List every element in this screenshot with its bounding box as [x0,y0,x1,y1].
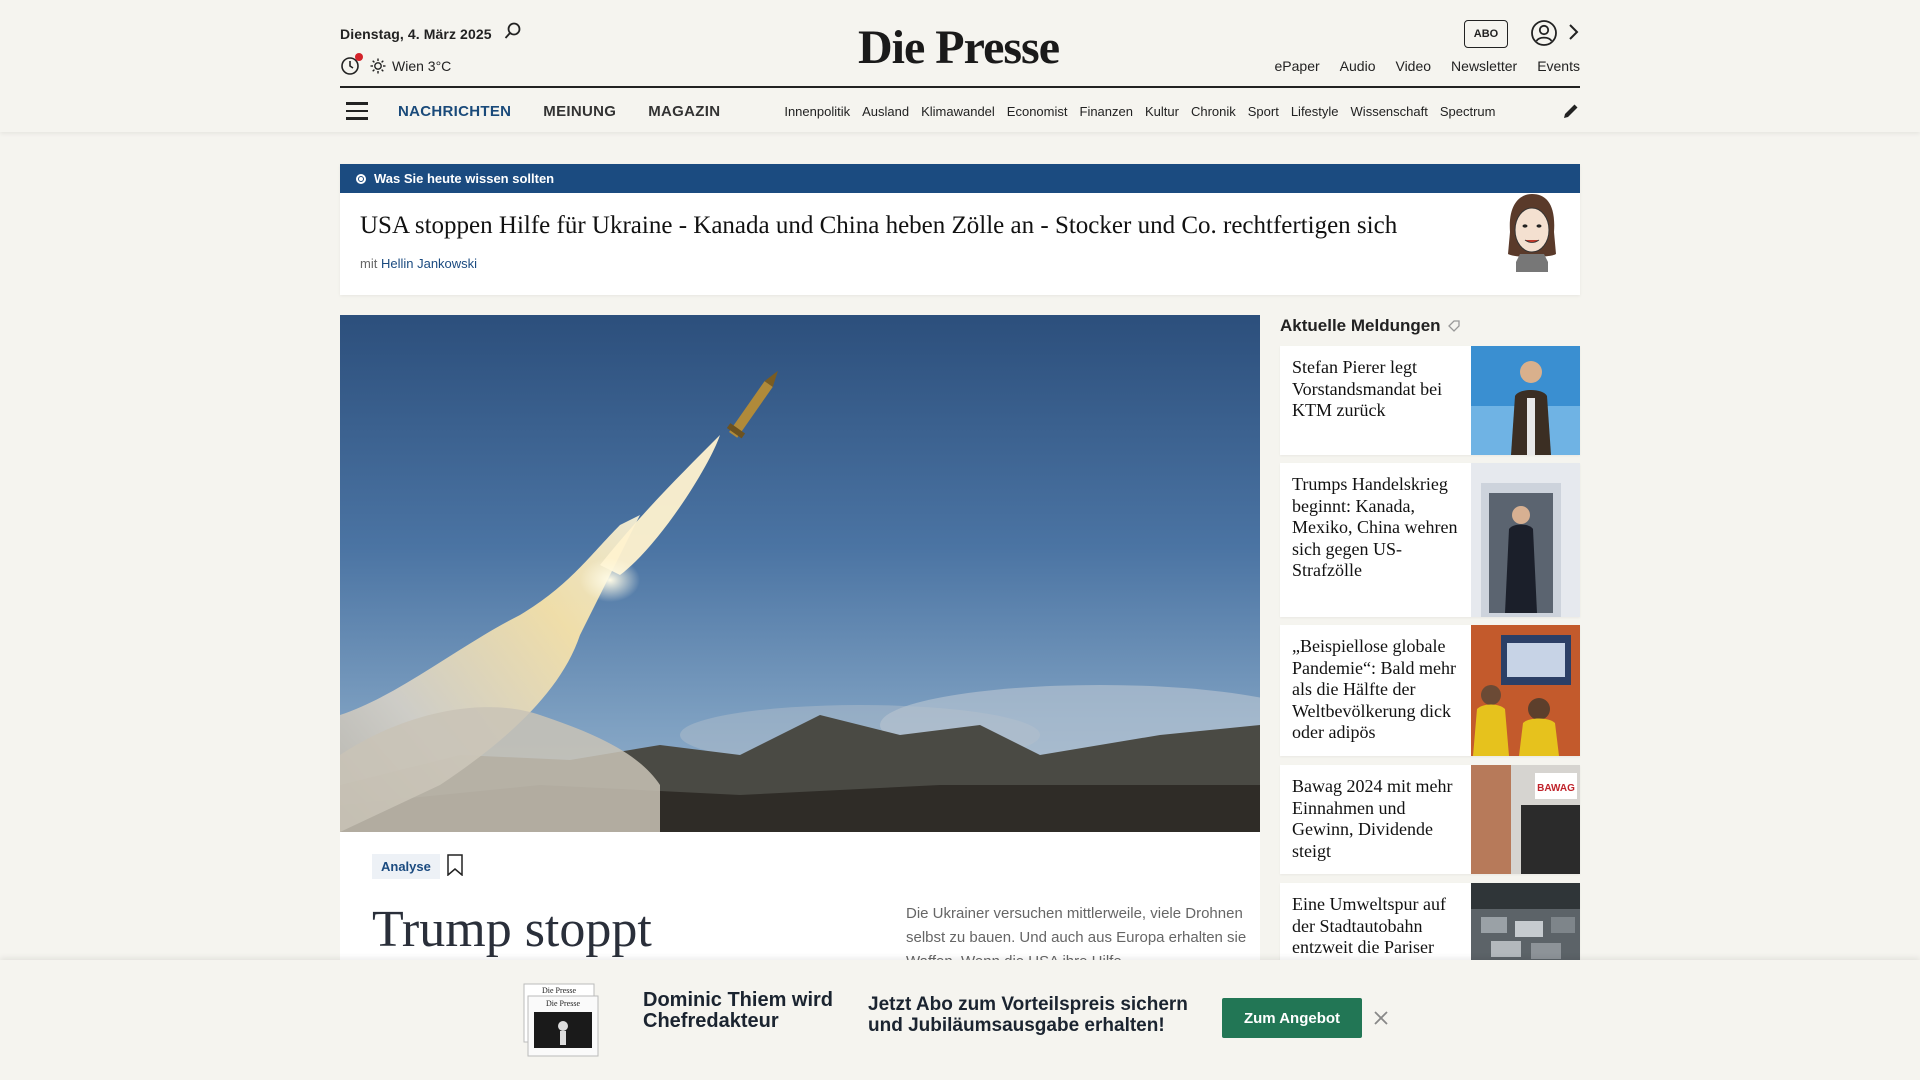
abo-button[interactable]: ABO [1464,20,1508,48]
news-card-2[interactable]: Trumps Handelskrieg beginnt: Kanada, Mex… [1280,463,1580,617]
section-sport[interactable]: Sport [1248,104,1279,119]
banner-label-bar: Was Sie heute wissen sollten [340,164,1580,193]
sun-icon [370,58,386,74]
tab-magazin[interactable]: MAGAZIN [648,103,720,120]
news-card-image[interactable] [1471,463,1580,617]
link-newsletter[interactable]: Newsletter [1451,58,1517,74]
promo-offer-text: Jetzt Abo zum Vorteilspreis sichern und … [868,994,1188,1036]
subscription-promo-bar: Die Presse Die Presse Dominic Thiem wird… [0,960,1920,1080]
banner-headline[interactable]: USA stoppen Hilfe für Ukraine - Kanada u… [360,212,1397,240]
news-card-title[interactable]: Trumps Handelskrieg beginnt: Kanada, Mex… [1280,463,1471,617]
svg-text:BAWAG: BAWAG [1537,783,1575,794]
bookmark-icon[interactable] [446,854,464,876]
main-navigation: NACHRICHTEN MEINUNG MAGAZIN Innenpolitik… [340,94,1580,128]
site-header: Dienstag, 4. März 2025 Wien 3°C Die Pres… [0,0,1920,132]
sidebar-heading: Aktuelle Meldungen [1280,316,1441,335]
news-card-title[interactable]: Eine Umweltspur auf der Stadtautobahn en… [1280,883,1471,960]
news-card-title[interactable]: Bawag 2024 mit mehr Einnahmen und Gewinn… [1280,765,1471,874]
live-dot-icon [356,173,366,184]
main-nav-tabs: NACHRICHTEN MEINUNG MAGAZIN [398,103,752,120]
current-date: Dienstag, 4. März 2025 [340,26,492,42]
section-ausland[interactable]: Ausland [862,104,909,119]
news-card-4[interactable]: Bawag 2024 mit mehr Einnahmen und Gewinn… [1280,765,1580,874]
section-kultur[interactable]: Kultur [1145,104,1179,119]
tab-nachrichten[interactable]: NACHRICHTEN [398,103,511,120]
search-icon[interactable] [504,22,522,40]
top-links: ePaper Audio Video Newsletter Events [1255,58,1580,74]
banner-author[interactable]: Hellin Jankowski [381,256,477,271]
link-audio[interactable]: Audio [1340,58,1376,74]
link-epaper[interactable]: ePaper [1275,58,1320,74]
author-portrait [1508,194,1556,272]
paper-logo-2: Die Presse [546,999,580,1008]
news-card-image[interactable] [1471,883,1580,960]
news-card-title[interactable]: Stefan Pierer legt Vorstandsmandat bei K… [1280,346,1471,455]
newspaper-stack-image: Die Presse Die Presse [523,983,599,1057]
live-tag-icon [1447,320,1460,332]
aktuelle-meldungen-title: Aktuelle Meldungen [1280,316,1461,336]
section-innenpolitik[interactable]: Innenpolitik [784,104,850,119]
article-headline[interactable]: Trump stoppt [372,900,652,959]
link-events[interactable]: Events [1537,58,1580,74]
tab-meinung[interactable]: MEINUNG [543,103,616,120]
menu-icon[interactable] [346,102,368,120]
byline-prefix: mit [360,256,378,271]
weather-widget[interactable]: Wien 3°C [340,53,452,76]
weather-text: Wien 3°C [392,58,452,74]
notification-dot [355,53,363,61]
zum-angebot-button[interactable]: Zum Angebot [1222,998,1362,1038]
user-account-icon[interactable] [1530,19,1558,47]
header-inner: Dienstag, 4. März 2025 Wien 3°C Die Pres… [340,0,1580,132]
chevron-right-icon[interactable] [1566,22,1580,42]
hero-image[interactable] [340,315,1260,832]
history-clock-icon[interactable] [340,53,363,76]
pencil-edit-icon[interactable] [1562,102,1580,120]
section-lifestyle[interactable]: Lifestyle [1291,104,1339,119]
link-video[interactable]: Video [1395,58,1431,74]
banner-byline: mit Hellin Jankowski [360,256,477,271]
news-card-3[interactable]: „Beispiellose globale Pandemie“: Bald me… [1280,625,1580,756]
section-chronik[interactable]: Chronik [1191,104,1236,119]
news-card-5[interactable]: Eine Umweltspur auf der Stadtautobahn en… [1280,883,1580,960]
section-economist[interactable]: Economist [1007,104,1068,119]
section-klimawandel[interactable]: Klimawandel [921,104,995,119]
news-card-image[interactable] [1471,346,1580,455]
analyse-tag[interactable]: Analyse [372,854,440,879]
section-nav-fade [1504,103,1545,119]
news-card-image[interactable] [1471,625,1580,756]
section-spectrum[interactable]: Spectrum [1440,104,1496,119]
close-icon[interactable] [1373,1010,1389,1026]
section-wissenschaft[interactable]: Wissenschaft [1351,104,1428,119]
news-card-1[interactable]: Stefan Pierer legt Vorstandsmandat bei K… [1280,346,1580,455]
promo-headline: Dominic Thiem wird Chefredakteur [643,989,834,1032]
header-divider [340,86,1580,88]
daily-briefing-banner[interactable]: Was Sie heute wissen sollten USA stoppen… [340,164,1580,295]
banner-label: Was Sie heute wissen sollten [374,171,555,186]
news-card-title[interactable]: „Beispiellose globale Pandemie“: Bald me… [1280,625,1471,756]
section-nav: Innenpolitik Ausland Klimawandel Economi… [784,103,1545,119]
site-logo[interactable]: Die Presse [858,20,1060,75]
news-card-image[interactable]: BAWAG [1471,765,1580,874]
section-finanzen[interactable]: Finanzen [1080,104,1133,119]
paper-logo-1: Die Presse [542,986,576,995]
